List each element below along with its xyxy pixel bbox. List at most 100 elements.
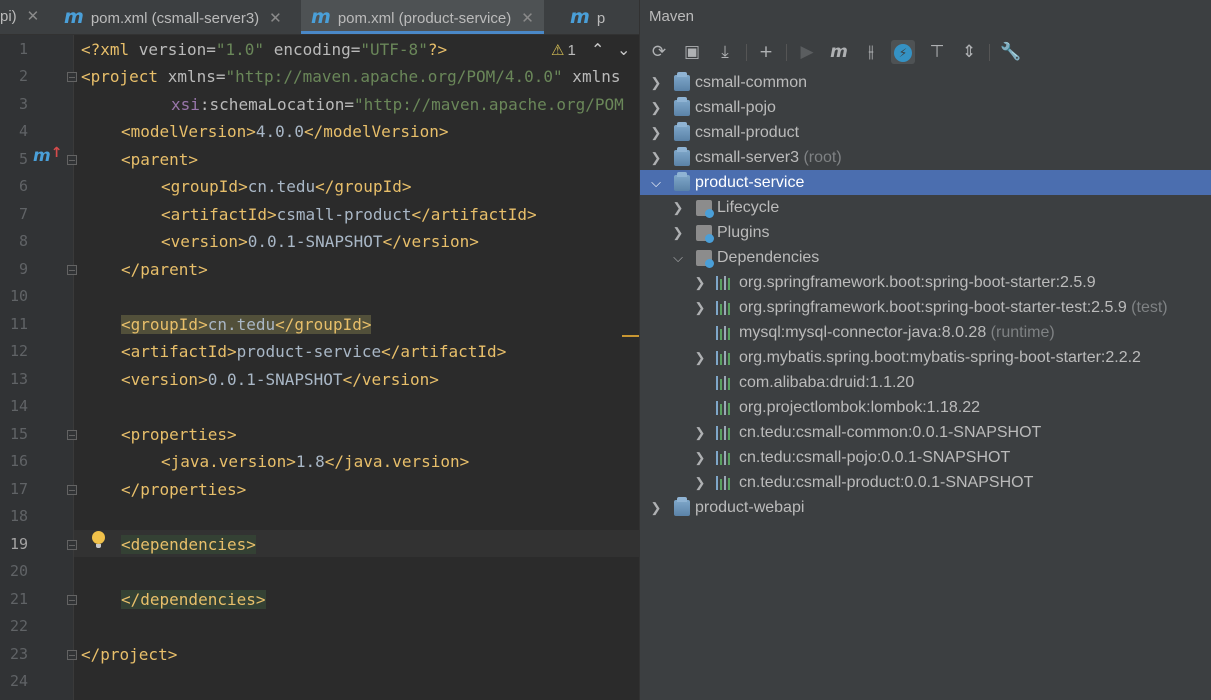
close-icon[interactable]: ✕ [521, 10, 534, 27]
tree-item-plugins[interactable]: ❯ Plugins [640, 220, 1211, 245]
toggle-offline-icon[interactable]: ⫲ [859, 40, 883, 64]
tree-item-csmall-pojo[interactable]: ❯ csmall-pojo [640, 95, 1211, 120]
tab-overflow[interactable]: mp [570, 0, 605, 34]
tree-item-product-service[interactable]: ⌵ product-service [640, 170, 1211, 195]
line-number-current: 19 [9, 535, 28, 553]
chevron-right-icon[interactable]: ❯ [694, 295, 706, 320]
dependency-label: com.alibaba:druid:1.1.20 [739, 374, 915, 391]
tab-pom-product-service[interactable]: m pom.xml (product-service) ✕ [301, 0, 544, 34]
dependency-label: mysql:mysql-connector-java:8.0.28 [739, 324, 987, 341]
fold-marker-icon[interactable] [67, 430, 77, 440]
close-icon[interactable]: ✕ [27, 8, 40, 25]
code-line-8[interactable]: <version>0.0.1-SNAPSHOT</version> [161, 232, 479, 252]
chevron-right-icon[interactable]: ❯ [650, 95, 662, 120]
tab-api[interactable]: pi) ✕ [0, 0, 39, 34]
code-line-19[interactable]: <dependencies> [121, 535, 256, 555]
maven-parent-icon[interactable]: m↑ [33, 145, 62, 166]
code-line-13[interactable]: <version>0.0.1-SNAPSHOT</version> [121, 370, 439, 390]
chevron-right-icon[interactable]: ❯ [650, 70, 662, 95]
code-line-16[interactable]: <java.version>1.8</java.version> [161, 452, 469, 472]
code-line-4[interactable]: <modelVersion>4.0.0</modelVersion> [121, 122, 449, 142]
tree-item-lifecycle[interactable]: ❯ Lifecycle [640, 195, 1211, 220]
chevron-down-icon[interactable]: ⌵ [672, 245, 684, 270]
tree-item-label: csmall-product [695, 124, 800, 141]
fold-marker-icon[interactable] [67, 72, 77, 82]
dependency-item[interactable]: ❯ cn.tedu:csmall-pojo:0.0.1-SNAPSHOT [640, 445, 1211, 470]
dependency-item[interactable]: ❯ cn.tedu:csmall-common:0.0.1-SNAPSHOT [640, 420, 1211, 445]
chevron-right-icon[interactable]: ❯ [694, 470, 706, 495]
code-line-17[interactable]: </properties> [121, 480, 246, 500]
tree-item-label: Plugins [717, 224, 770, 241]
code-line-7[interactable]: <artifactId>csmall-product</artifactId> [161, 205, 537, 225]
tree-item-dependencies[interactable]: ⌵ Dependencies [640, 245, 1211, 270]
dependency-item[interactable]: com.alibaba:druid:1.1.20 [640, 370, 1211, 395]
show-dependencies-icon[interactable]: ⊤ [925, 40, 949, 64]
next-highlight-icon[interactable]: ⌄ [617, 40, 630, 59]
tree-item-csmall-product[interactable]: ❯ csmall-product [640, 120, 1211, 145]
code-line-2[interactable]: <project xmlns="http://maven.apache.org/… [81, 67, 620, 87]
chevron-down-icon[interactable]: ⌵ [650, 170, 662, 195]
dependency-item[interactable]: ❯ org.springframework.boot:spring-boot-s… [640, 270, 1211, 295]
fold-marker-icon[interactable] [67, 595, 77, 605]
generate-sources-icon[interactable]: ▣ [680, 40, 704, 64]
fold-marker-icon[interactable] [67, 540, 77, 550]
fold-marker-icon[interactable] [67, 265, 77, 275]
code-line-1[interactable]: <?xml version="1.0" encoding="UTF-8"?> [81, 40, 447, 60]
code-line-12[interactable]: <artifactId>product-service</artifactId> [121, 342, 506, 362]
tree-item-product-webapi[interactable]: ❯ product-webapi [640, 495, 1211, 520]
dependency-item[interactable]: ❯ cn.tedu:csmall-product:0.0.1-SNAPSHOT [640, 470, 1211, 495]
chevron-right-icon[interactable]: ❯ [694, 420, 706, 445]
scroll-marker [622, 335, 639, 337]
editor-pane[interactable]: pi) ✕ m pom.xml (csmall-server3) ✕ m pom.xml… [0, 0, 639, 700]
library-icon [716, 401, 730, 415]
chevron-right-icon[interactable]: ❯ [694, 445, 706, 470]
tree-item-csmall-server3[interactable]: ❯ csmall-server3 (root) [640, 145, 1211, 170]
inspection-widget[interactable]: ⚠ 1 [551, 41, 576, 59]
chevron-right-icon[interactable]: ❯ [650, 495, 662, 520]
chevron-right-icon[interactable]: ❯ [650, 145, 662, 170]
chevron-right-icon[interactable]: ❯ [672, 220, 684, 245]
dependency-item[interactable]: ❯ org.springframework.boot:spring-boot-s… [640, 295, 1211, 320]
fold-marker-icon[interactable] [67, 650, 77, 660]
code-line-15[interactable]: <properties> [121, 425, 237, 445]
download-icon[interactable]: ⤓ [713, 40, 737, 64]
dependency-item[interactable]: org.projectlombok:lombok:1.18.22 [640, 395, 1211, 420]
code-line-21[interactable]: </dependencies> [121, 590, 266, 610]
maven-goal-icon[interactable]: m [827, 40, 851, 64]
settings-icon[interactable]: 🔧 [999, 40, 1023, 64]
run-icon[interactable]: ▶ [795, 40, 819, 64]
maven-toolbar: ⟳ ▣ ⤓ + ▶ m ⫲ ⚡ ⊤ ⇕ 🔧 [640, 35, 1211, 69]
line-number: 14 [9, 397, 28, 415]
code-line-11[interactable]: <groupId>cn.tedu</groupId> [121, 315, 372, 335]
reload-icon[interactable]: ⟳ [647, 40, 671, 64]
collapse-all-icon[interactable]: ⇕ [957, 40, 981, 64]
code-line-3[interactable]: xsi:schemaLocation="http://maven.apache.… [171, 95, 624, 115]
fold-marker-icon[interactable] [67, 485, 77, 495]
fold-marker-icon[interactable] [67, 155, 77, 165]
chevron-right-icon[interactable]: ❯ [672, 195, 684, 220]
chevron-right-icon[interactable]: ❯ [694, 345, 706, 370]
line-number: 23 [9, 645, 28, 663]
previous-highlight-icon[interactable]: ⌃ [591, 40, 604, 59]
chevron-right-icon[interactable]: ❯ [694, 270, 706, 295]
add-icon[interactable]: + [754, 40, 778, 64]
line-number: 9 [18, 260, 28, 278]
chevron-right-icon[interactable]: ❯ [650, 120, 662, 145]
dependency-label: org.springframework.boot:spring-boot-sta… [739, 299, 1127, 316]
lightbulb-icon[interactable] [92, 531, 105, 548]
line-number: 1 [18, 40, 28, 58]
close-icon[interactable]: ✕ [269, 10, 282, 27]
code-line-23[interactable]: </project> [81, 645, 177, 665]
code-line-9[interactable]: </parent> [121, 260, 208, 280]
dependency-item[interactable]: ❯ org.mybatis.spring.boot:mybatis-spring… [640, 345, 1211, 370]
tree-item-label: product-webapi [695, 499, 805, 516]
tab-pom-csmall-server3[interactable]: m pom.xml (csmall-server3) ✕ [64, 0, 282, 34]
library-icon [716, 451, 730, 465]
code-line-5[interactable]: <parent> [121, 150, 198, 170]
line-number: 11 [9, 315, 28, 333]
code-line-6[interactable]: <groupId>cn.tedu</groupId> [161, 177, 411, 197]
maven-project-icon [674, 72, 690, 91]
tree-item-csmall-common[interactable]: ❯ csmall-common [640, 70, 1211, 95]
dependency-item[interactable]: mysql:mysql-connector-java:8.0.28 (runti… [640, 320, 1211, 345]
skip-tests-icon[interactable]: ⚡ [891, 40, 915, 64]
